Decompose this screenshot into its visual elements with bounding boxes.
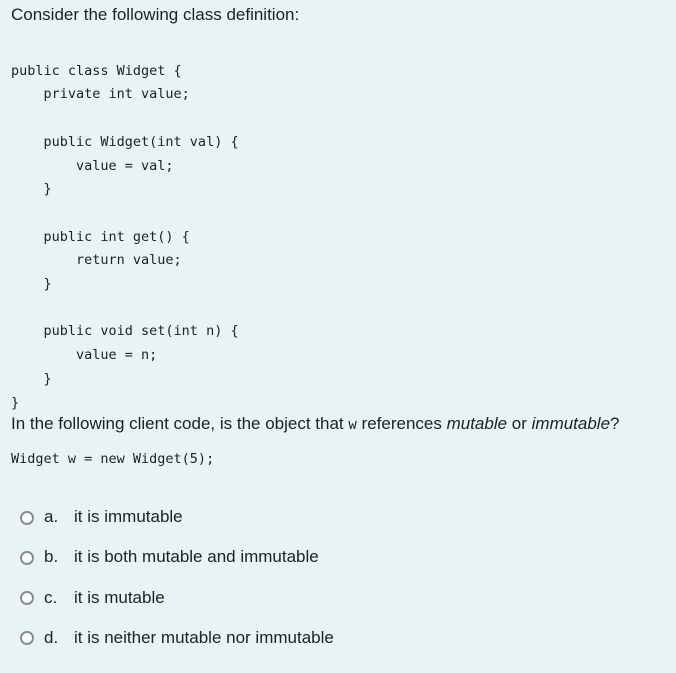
class-code-block: public class Widget { private int value;… xyxy=(11,36,239,439)
radio-button-icon[interactable] xyxy=(20,550,34,565)
code-line: } xyxy=(11,181,52,198)
answer-options: a. it is immutable b. it is both mutable… xyxy=(20,505,334,666)
radio-button-icon[interactable] xyxy=(20,631,34,646)
code-line: public void set(int n) { xyxy=(11,323,239,340)
code-line: } xyxy=(11,370,52,387)
option-d[interactable]: d. it is neither mutable nor immutable xyxy=(20,626,334,650)
client-code: Widget w = new Widget(5); xyxy=(11,451,215,467)
code-line: } xyxy=(11,394,20,411)
option-a[interactable]: a. it is immutable xyxy=(20,505,334,529)
code-line: private int value; xyxy=(11,86,190,103)
code-line: } xyxy=(11,276,52,293)
question-prompt: In the following client code, is the obj… xyxy=(11,414,620,433)
question-intro: Consider the following class definition: xyxy=(11,5,300,24)
radio-button-icon[interactable] xyxy=(20,591,34,606)
code-line: public class Widget { xyxy=(11,62,182,79)
code-line: return value; xyxy=(11,252,182,269)
code-line: public int get() { xyxy=(11,228,190,245)
code-line: value = n; xyxy=(11,347,158,364)
option-c[interactable]: c. it is mutable xyxy=(20,586,334,610)
option-b[interactable]: b. it is both mutable and immutable xyxy=(20,545,334,569)
code-line: value = val; xyxy=(11,157,174,174)
code-line: public Widget(int val) { xyxy=(11,133,239,150)
radio-button-icon[interactable] xyxy=(20,510,34,525)
